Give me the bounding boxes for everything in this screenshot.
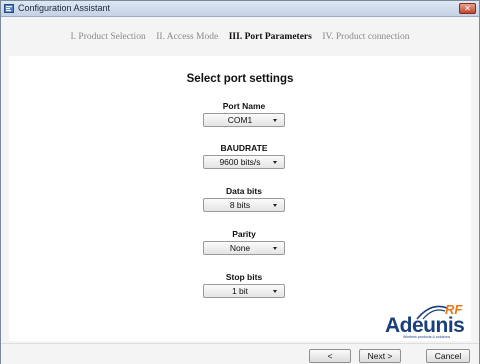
window-title: Configuration Assistant	[18, 3, 111, 13]
app-icon	[4, 4, 14, 13]
data-bits-label: Data bits	[226, 186, 262, 196]
port-name-dropdown[interactable]: COM1	[203, 113, 285, 127]
data-bits-dropdown[interactable]: 8 bits	[203, 198, 285, 212]
chevron-down-icon	[273, 247, 277, 250]
logo-tagline: Wireless products & solutions	[403, 335, 451, 339]
port-name-field: Port Name COM1	[189, 100, 299, 127]
port-name-value: COM1	[227, 115, 253, 125]
title-bar[interactable]: Configuration Assistant ✕	[1, 1, 479, 17]
wizard-footer: < Previous Next > Cancel	[1, 343, 479, 364]
baudrate-value: 9600 bits/s	[219, 157, 261, 167]
data-bits-field: Data bits 8 bits	[189, 185, 299, 212]
configuration-assistant-window: Configuration Assistant ✕ I. Product Sel…	[0, 0, 480, 364]
adeunis-rf-logo: RF Adeunis Wireless products & solutions	[385, 302, 475, 342]
baudrate-dropdown[interactable]: 9600 bits/s	[203, 155, 285, 169]
parity-field: Parity None	[189, 228, 299, 255]
chevron-down-icon	[273, 290, 277, 293]
data-bits-value: 8 bits	[229, 200, 251, 210]
step-access-mode: II. Access Mode	[156, 32, 219, 42]
baudrate-field: BAUDRATE 9600 bits/s	[189, 142, 299, 169]
chevron-down-icon	[273, 161, 277, 164]
stop-bits-field: Stop bits 1 bit	[189, 271, 299, 298]
port-settings-panel: Select port settings Port Name COM1 BAUD…	[9, 56, 471, 341]
close-icon: ✕	[464, 4, 471, 13]
stop-bits-label: Stop bits	[225, 272, 263, 282]
previous-button[interactable]: < Previous	[309, 349, 351, 364]
baudrate-label: BAUDRATE	[220, 143, 268, 153]
cancel-button[interactable]: Cancel	[426, 349, 470, 363]
close-button[interactable]: ✕	[459, 3, 476, 14]
chevron-down-icon	[273, 204, 277, 207]
chevron-down-icon	[273, 119, 277, 122]
step-product-selection: I. Product Selection	[70, 32, 146, 42]
stop-bits-value: 1 bit	[231, 286, 249, 296]
step-port-parameters: III. Port Parameters	[228, 32, 312, 42]
parity-value: None	[229, 243, 251, 253]
step-product-connection: IV. Product connection	[322, 32, 410, 42]
parity-dropdown[interactable]: None	[203, 241, 285, 255]
stop-bits-dropdown[interactable]: 1 bit	[203, 284, 285, 298]
next-button[interactable]: Next >	[359, 349, 401, 363]
parity-label: Parity	[232, 229, 256, 239]
wizard-steps: I. Product Selection II. Access Mode III…	[1, 31, 479, 45]
port-name-label: Port Name	[222, 101, 266, 111]
page-title: Select port settings	[186, 73, 294, 85]
